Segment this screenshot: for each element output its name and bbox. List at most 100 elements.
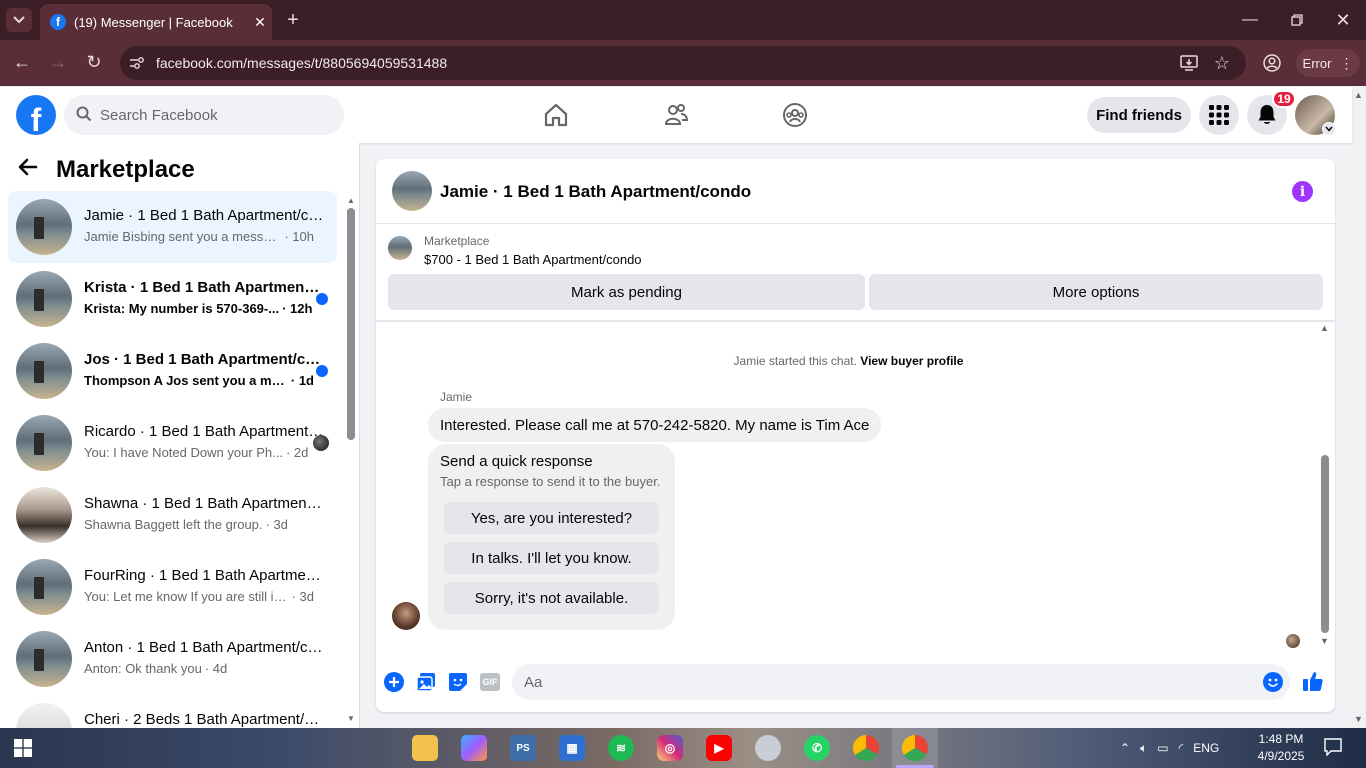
photoshop-icon[interactable]: PS: [510, 735, 536, 761]
quick-response-button[interactable]: Sorry, it's not available.: [444, 582, 659, 614]
home-icon[interactable]: [536, 96, 576, 134]
conversation-item[interactable]: Krista · 1 Bed 1 Bath Apartment/condo Kr…: [8, 263, 337, 335]
quick-response-button[interactable]: In talks. I'll let you know.: [444, 542, 659, 574]
listing-thumbnail: [16, 343, 72, 399]
view-buyer-profile-link[interactable]: View buyer profile: [860, 354, 963, 368]
clock-time: 1:48 PM: [1258, 732, 1304, 746]
back-arrow-icon[interactable]: [18, 156, 38, 184]
copilot-icon[interactable]: [461, 735, 487, 761]
install-app-icon[interactable]: [1178, 52, 1200, 74]
unread-dot: [316, 293, 328, 305]
clock[interactable]: 1:48 PM 4/9/2025: [1256, 731, 1306, 765]
conversation-item[interactable]: Anton · 1 Bed 1 Bath Apartment/condo Ant…: [8, 623, 337, 695]
file-explorer-icon[interactable]: [412, 735, 438, 761]
message-input[interactable]: Aa: [512, 664, 1290, 700]
listing-price-title[interactable]: $700 - 1 Bed 1 Bath Apartment/condo: [424, 252, 642, 267]
back-icon[interactable]: ←: [10, 50, 34, 74]
chat-started-notice: Jamie started this chat. View buyer prof…: [376, 354, 1321, 368]
friends-icon[interactable]: [656, 96, 696, 134]
more-options-label: More options: [1052, 283, 1140, 301]
like-thumb-icon[interactable]: [1301, 669, 1325, 693]
browser-error-button[interactable]: Error ⋮: [1296, 49, 1360, 77]
tab-close-icon[interactable]: ✕: [248, 14, 272, 31]
instagram-icon[interactable]: ◎: [657, 735, 683, 761]
list-scroll-down-icon[interactable]: ▼: [347, 714, 355, 723]
tab-search-icon[interactable]: [6, 8, 32, 32]
conversation-item[interactable]: Jos · 1 Bed 1 Bath Apartment/condo Thomp…: [8, 335, 337, 407]
chat-scroll-down-icon[interactable]: ▼: [1320, 636, 1329, 646]
browser-tab[interactable]: f (19) Messenger | Facebook ✕: [40, 4, 272, 40]
window-close-icon[interactable]: ✕: [1333, 8, 1353, 32]
minimize-icon[interactable]: —: [1240, 8, 1260, 32]
conversation-item[interactable]: Jamie · 1 Bed 1 Bath Apartment/condo Jam…: [8, 191, 337, 263]
conversation-item[interactable]: Ricardo · 1 Bed 1 Bath Apartment/condo Y…: [8, 407, 337, 479]
quick-response-label: Yes, are you interested?: [470, 509, 633, 527]
new-tab-icon[interactable]: +: [282, 8, 304, 32]
youtube-icon[interactable]: ▶: [706, 735, 732, 761]
account-chevron-down-icon[interactable]: [1322, 122, 1336, 136]
microsoft-store-icon[interactable]: ▦: [559, 735, 585, 761]
chrome-icon[interactable]: [853, 735, 879, 761]
notification-center-icon[interactable]: [1324, 738, 1342, 761]
chrome-icon[interactable]: [902, 735, 928, 761]
conversation-item[interactable]: Cheri · 2 Beds 1 Bath Apartment/condo: [8, 695, 337, 728]
browser-menu-icon: ⋮: [1339, 54, 1354, 71]
page-scroll-up-icon[interactable]: ▲: [1354, 90, 1363, 100]
chat-title[interactable]: Jamie · 1 Bed 1 Bath Apartment/condo: [440, 182, 751, 202]
chat-scroll-up-icon[interactable]: ▲: [1320, 323, 1329, 333]
bookmark-star-icon[interactable]: ☆: [1211, 52, 1233, 74]
seen-avatar: [313, 435, 329, 451]
restore-icon[interactable]: [1287, 8, 1307, 32]
whatsapp-icon[interactable]: ✆: [804, 735, 830, 761]
url-text: facebook.com/messages/t/8805694059531488: [156, 55, 448, 71]
sticker-icon[interactable]: [447, 671, 469, 693]
quick-response-subtitle: Tap a response to send it to the buyer.: [440, 474, 661, 489]
search-input[interactable]: Search Facebook: [64, 95, 344, 135]
conversation-name: Ricardo · 1 Bed 1 Bath Apartment/condo: [84, 423, 324, 440]
facebook-logo-icon[interactable]: f: [16, 95, 56, 135]
forward-icon[interactable]: →: [46, 50, 70, 74]
reload-icon[interactable]: ↻: [82, 50, 106, 74]
listing-thumbnail[interactable]: [388, 236, 412, 260]
conversation-list-scrollbar[interactable]: [347, 208, 355, 440]
site-settings-icon[interactable]: [128, 54, 146, 72]
tray-chevron-up-icon[interactable]: ⌃: [1120, 741, 1130, 755]
facebook-favicon-icon: f: [50, 14, 66, 30]
menu-grid-button[interactable]: [1199, 95, 1239, 135]
spotify-icon[interactable]: ≋: [608, 735, 634, 761]
conversation-item[interactable]: Shawna · 1 Bed 1 Bath Apartment/condo Sh…: [8, 479, 337, 551]
conversation-item[interactable]: FourRing · 1 Bed 1 Bath Apartment/condo …: [8, 551, 337, 623]
conversation-name: FourRing · 1 Bed 1 Bath Apartment/condo: [84, 567, 324, 584]
system-tray: ⌃ 🔈︎ ▭ ◜ ENG: [1120, 730, 1219, 766]
photo-icon[interactable]: [415, 671, 437, 693]
message-bubble[interactable]: Interested. Please call me at 570-242-58…: [428, 408, 882, 442]
info-icon[interactable]: i: [1292, 181, 1313, 202]
quick-response-button[interactable]: Yes, are you interested?: [444, 502, 659, 534]
emoji-icon[interactable]: [1262, 671, 1284, 693]
groups-icon[interactable]: [775, 96, 815, 134]
profile-icon[interactable]: [1261, 52, 1283, 74]
add-plus-icon[interactable]: [383, 671, 405, 693]
list-scroll-up-icon[interactable]: ▲: [347, 196, 355, 205]
battery-icon[interactable]: ▭: [1157, 741, 1168, 755]
windows-start-icon[interactable]: [14, 739, 32, 762]
sender-avatar[interactable]: [392, 602, 420, 630]
language-indicator[interactable]: ENG: [1193, 741, 1219, 755]
page-scroll-down-icon[interactable]: ▼: [1354, 714, 1363, 724]
volume-icon[interactable]: 🔈︎: [1140, 741, 1147, 756]
conversation-preview: You: I have Noted Down your Ph... · 2d: [84, 445, 309, 460]
message-sender: Jamie: [440, 390, 473, 404]
gif-icon[interactable]: GIF: [479, 671, 501, 693]
app-icon[interactable]: [755, 735, 781, 761]
chat-scrollbar[interactable]: [1321, 455, 1329, 633]
page-scrollbar[interactable]: [1352, 87, 1366, 728]
listing-thumbnail: [16, 271, 72, 327]
mark-as-pending-button[interactable]: Mark as pending: [388, 274, 865, 310]
more-options-button[interactable]: More options: [869, 274, 1323, 310]
wifi-icon[interactable]: ◜: [1179, 741, 1184, 755]
bell-icon: [1258, 105, 1276, 124]
chat-listing-avatar[interactable]: [392, 171, 432, 211]
address-bar[interactable]: facebook.com/messages/t/8805694059531488: [120, 46, 1246, 80]
find-friends-button[interactable]: Find friends: [1087, 97, 1191, 133]
panel-title: Marketplace: [56, 156, 195, 183]
